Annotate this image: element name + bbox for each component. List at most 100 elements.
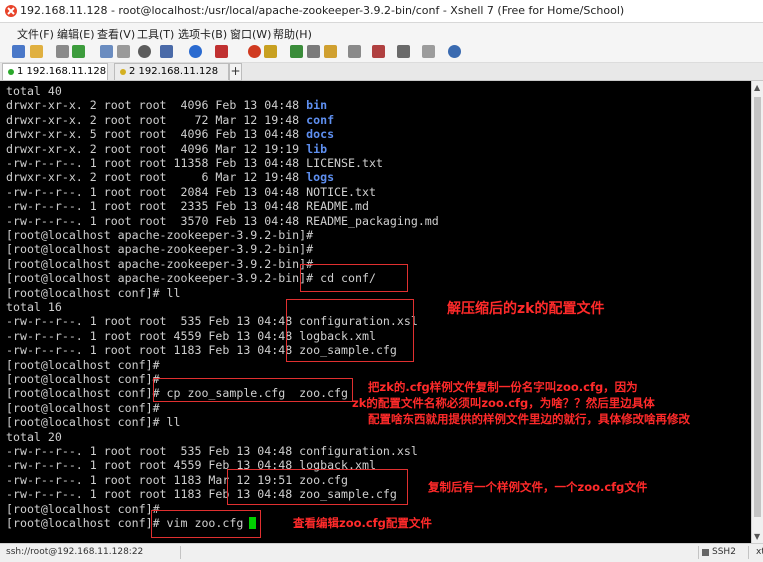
tab-bar: 1 192.168.11.128 2 192.168.11.128 + — [0, 63, 763, 81]
terminal-line: total 20 — [6, 430, 62, 444]
terminal-line: [root@localhost conf]# ll — [6, 286, 181, 300]
menu-tabs[interactable]: 选项卡(B) — [178, 26, 227, 42]
menu-view[interactable]: 查看(V) — [97, 26, 135, 42]
font-icon[interactable] — [215, 45, 228, 58]
terminal-line: total 40 — [6, 84, 62, 98]
terminal-text: [root@localhost conf]# — [6, 357, 160, 372]
terminal-line: -rw-r--r--. 1 root root 2335 Feb 13 04:4… — [6, 199, 369, 213]
terminal-text: [root@localhost conf]# — [6, 372, 160, 386]
terminal-line: -rw-r--r--. 1 root root 3570 Feb 13 04:4… — [6, 214, 439, 228]
title-bar: 192.168.11.128 - root@localhost:/usr/loc… — [0, 0, 763, 23]
toolbar — [0, 42, 763, 63]
highlight-box-vim — [151, 510, 261, 538]
highlight-box-new-files — [227, 469, 408, 505]
tab-session-2[interactable]: 2 192.168.11.128 — [114, 63, 229, 80]
help-icon[interactable] — [448, 45, 461, 58]
lock-icon[interactable] — [324, 45, 337, 58]
annotation-note: zk的配置文件名称必须叫zoo.cfg，为啥？？然后里边具体 — [352, 396, 655, 410]
terminal-text: [root@localhost apache-zookeeper-3.9.2-b… — [6, 228, 314, 242]
terminal-line: drwxr-xr-x. 2 root root 72 Mar 12 19:48 … — [6, 113, 334, 127]
terminal-text: drwxr-xr-x. 2 root root 72 Mar 12 19:48 — [6, 112, 307, 127]
highlight-box-conf-files — [286, 299, 414, 362]
terminal-line: [root@localhost conf]# — [6, 372, 160, 386]
connection-status: ssh://root@192.168.11.128:22 — [6, 547, 144, 557]
menu-edit[interactable]: 编辑(E) — [57, 26, 95, 42]
terminal-line: [root@localhost conf]# ll — [6, 415, 181, 429]
keyboard-icon[interactable] — [348, 45, 361, 58]
window-list-icon[interactable] — [422, 45, 435, 58]
terminal-text: [root@localhost apache-zookeeper-3.9.2-b… — [6, 242, 314, 257]
terminal-line: drwxr-xr-x. 2 root root 4096 Feb 13 04:4… — [6, 98, 327, 112]
terminal-line: -rw-r--r--. 1 root root 535 Feb 13 04:48… — [6, 444, 418, 458]
terminal-text: -rw-r--r--. 1 root root 535 Feb 13 04:48… — [6, 444, 418, 458]
directory-name: docs — [306, 127, 335, 142]
xftp-icon[interactable] — [248, 45, 261, 58]
scroll-lock-icon[interactable] — [397, 45, 410, 58]
highlight-box-cp — [153, 378, 353, 402]
window-title: 192.168.11.128 - root@localhost:/usr/loc… — [20, 4, 625, 17]
terminal-text: drwxr-xr-x. 2 root root 4096 Mar 12 19:1… — [6, 141, 307, 156]
terminal-type-status: xt — [756, 547, 763, 557]
terminal-text: [root@localhost conf]# ll — [6, 415, 181, 430]
find-icon[interactable] — [138, 45, 151, 58]
tab-session-1[interactable]: 1 192.168.11.128 — [2, 63, 108, 80]
menu-bar: 文件(F) 编辑(E) 查看(V) 工具(T) 选项卡(B) 窗口(W) 帮助(… — [0, 23, 763, 42]
terminal-text: -rw-r--r--. 1 root root 2084 Feb 13 04:4… — [6, 184, 376, 199]
menu-tools[interactable]: 工具(T) — [137, 26, 174, 42]
fullscreen-icon[interactable] — [307, 45, 320, 58]
scroll-thumb[interactable] — [754, 97, 761, 517]
link-icon[interactable] — [56, 45, 69, 58]
terminal-text: [root@localhost conf]# — [6, 400, 160, 415]
directory-name: conf — [306, 112, 335, 127]
scroll-down-icon[interactable]: ▼ — [754, 532, 760, 541]
terminal-line: drwxr-xr-x. 2 root root 6 Mar 12 19:48 l… — [6, 170, 334, 184]
terminal-text: total 20 — [6, 429, 62, 444]
terminal-text: -rw-r--r--. 1 root root 2335 Feb 13 04:4… — [6, 199, 369, 214]
xmanager-icon[interactable] — [264, 45, 277, 58]
lock-icon — [702, 549, 709, 556]
tab-label: 1 192.168.11.128 — [17, 66, 107, 77]
terminal-text: [root@localhost conf]# ll — [6, 285, 181, 300]
terminal-line: -rw-r--r--. 1 root root 2084 Feb 13 04:4… — [6, 185, 376, 199]
reconnect-icon[interactable] — [72, 45, 85, 58]
compose-icon[interactable] — [290, 45, 303, 58]
terminal-line: [root@localhost apache-zookeeper-3.9.2-b… — [6, 257, 313, 271]
add-tab-button[interactable]: + — [229, 63, 242, 81]
menu-window[interactable]: 窗口(W) — [230, 26, 271, 42]
terminal-line: drwxr-xr-x. 2 root root 4096 Mar 12 19:1… — [6, 142, 327, 156]
directory-name: lib — [306, 141, 328, 156]
terminal-text: [root@localhost conf]# — [6, 501, 160, 516]
terminal-text: drwxr-xr-x. 5 root root 4096 Feb 13 04:4… — [6, 127, 307, 142]
annotation-note: 查看编辑zoo.cfg配置文件 — [293, 516, 432, 530]
terminal-scrollbar[interactable]: ▲ ▼ — [751, 81, 763, 543]
terminal-line: drwxr-xr-x. 5 root root 4096 Feb 13 04:4… — [6, 127, 334, 141]
annotation-note: 解压缩后的zk的配置文件 — [447, 301, 605, 317]
terminal-line: [root@localhost conf]# — [6, 401, 160, 415]
layout-icon[interactable] — [160, 45, 173, 58]
terminal-text: -rw-r--r--. 1 root root 3570 Feb 13 04:4… — [6, 213, 439, 228]
menu-help[interactable]: 帮助(H) — [273, 26, 312, 42]
tab-status-icon — [120, 69, 126, 75]
new-session-icon[interactable] — [12, 45, 25, 58]
menu-file[interactable]: 文件(F) — [17, 26, 54, 42]
terminal-line: [root@localhost apache-zookeeper-3.9.2-b… — [6, 228, 313, 242]
terminal-line: [root@localhost apache-zookeeper-3.9.2-b… — [6, 242, 313, 256]
copy-icon[interactable] — [100, 45, 113, 58]
paste-icon[interactable] — [117, 45, 130, 58]
annotation-note: 配置啥东西就用提供的样例文件里边的就行，具体修改啥再修改 — [368, 412, 690, 426]
directory-name: logs — [306, 170, 335, 185]
annotation-note: 把zk的.cfg样例文件复制一份名字叫zoo.cfg，因为 — [368, 380, 638, 394]
highlight-icon[interactable] — [372, 45, 385, 58]
open-folder-icon[interactable] — [30, 45, 43, 58]
annotation-note: 复制后有一个样例文件，一个zoo.cfg文件 — [428, 480, 648, 494]
protocol-status: SSH2 — [712, 547, 736, 557]
terminal-text: drwxr-xr-x. 2 root root 4096 Feb 13 04:4… — [6, 98, 307, 113]
status-bar: ssh://root@192.168.11.128:22 SSH2 xt — [0, 543, 763, 562]
directory-name: bin — [306, 98, 328, 113]
scroll-up-icon[interactable]: ▲ — [754, 83, 760, 92]
xshell-logo-icon — [5, 5, 17, 17]
terminal-line: total 16 — [6, 300, 62, 314]
terminal-text: total 40 — [6, 84, 62, 98]
highlight-box-cd — [300, 264, 408, 292]
globe-icon[interactable] — [189, 45, 202, 58]
